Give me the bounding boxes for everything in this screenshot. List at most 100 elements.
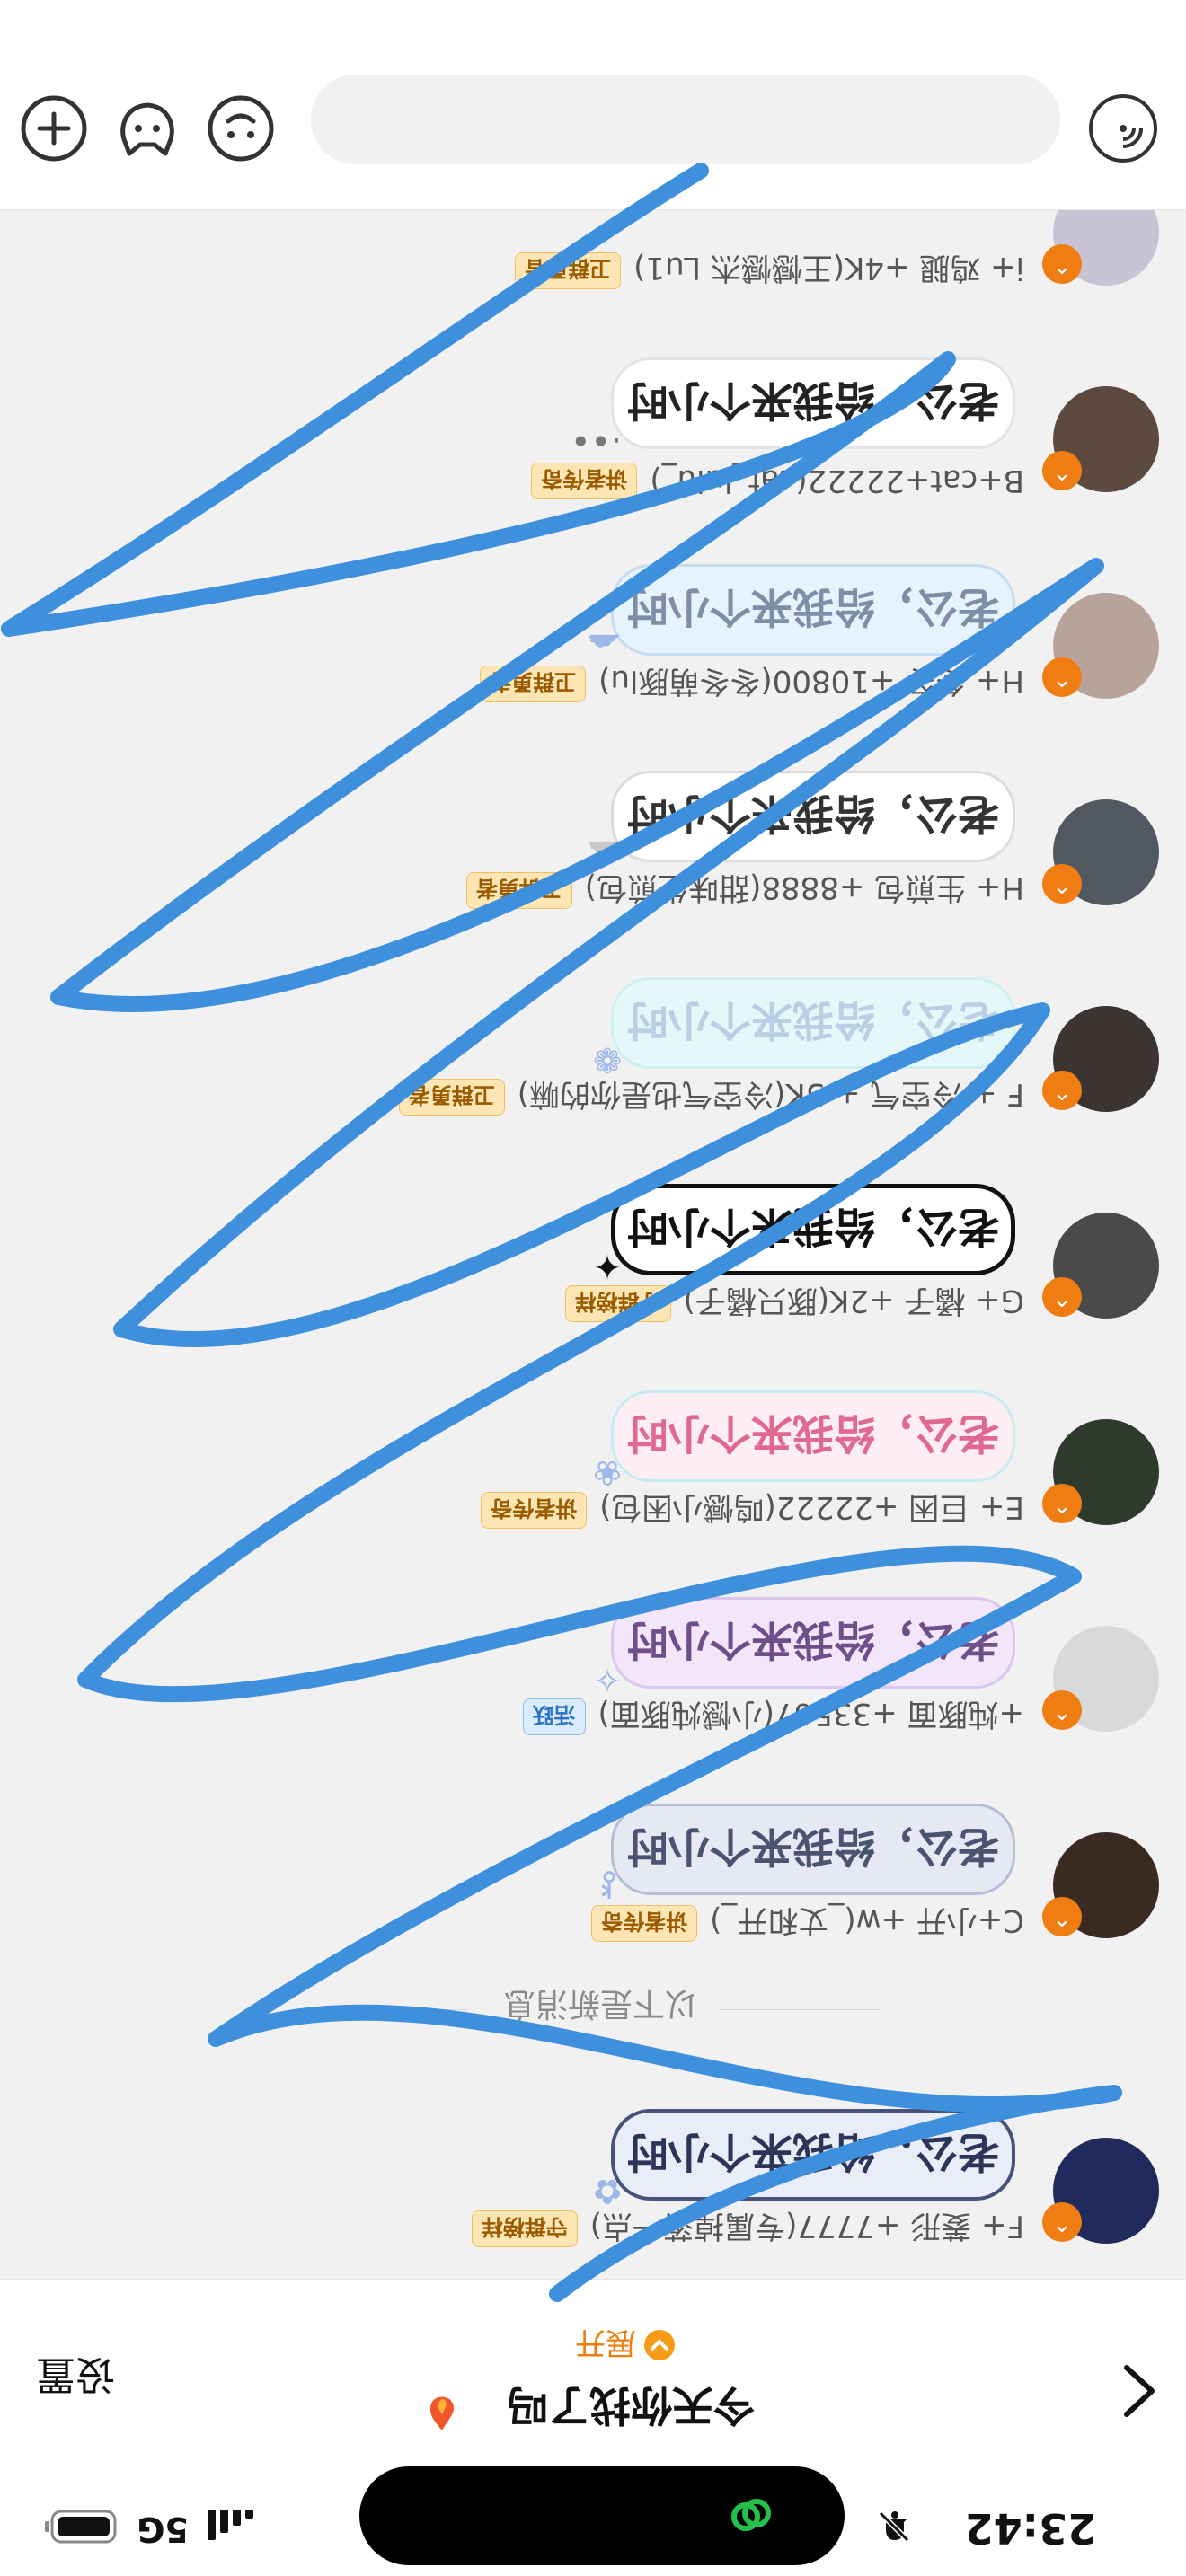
message-row: ⌃ F + 冷空气 + 5K(冷空气也是你的嘛) 卫群勇者 老公，给我来个小时 … — [0, 923, 1186, 1130]
shell-icon: ❁ — [593, 1040, 622, 1080]
message-meta: F+ 菱形 +7777(专属掉落一点) 守群榜样 — [471, 2207, 1024, 2251]
message-text: 老公，给我来个小时 — [627, 1409, 999, 1458]
chevron-up-icon: ⌃ — [1042, 1897, 1082, 1936]
sparkle-icon: ✧ — [593, 1660, 622, 1699]
rank-badge: 讲者传奇 — [531, 463, 638, 499]
rank-badge: 卫群勇者 — [398, 1079, 505, 1116]
message-input[interactable] — [311, 75, 1060, 164]
message-bubble[interactable]: 老公，给我来个小时 — [611, 357, 1015, 449]
message-bubble[interactable]: 老公，给我来个小时 — [611, 771, 1015, 862]
message-meta: H+ 冬冬 +10800(冬冬萌豚lu) 卫群勇者 — [480, 662, 1024, 706]
message-bubble[interactable]: 老公，给我来个小时 — [611, 1597, 1015, 1689]
message-bubble[interactable]: 老公，给我来个小时 — [611, 2109, 1015, 2201]
sender-name: H+ 冬冬 +10800(冬冬萌豚lu) — [598, 663, 1024, 699]
message-meta: B+cat+22222(cat_luiu_) 讲者传奇 — [531, 463, 1024, 499]
chevron-up-icon: ⌃ — [1042, 2202, 1082, 2242]
message-text: 老公，给我来个小时 — [627, 583, 999, 631]
message-row: ⌃ H+ 生煎包 +8888(甜味生煎包) 卫群勇者 老公，给我来个小时 ☁ — [0, 717, 1186, 923]
status-time: 23:42 — [964, 2504, 1096, 2553]
message-bubble[interactable]: 老公，给我来个小时 — [611, 1184, 1015, 1275]
rank-badge: 卫群勇者 — [515, 252, 622, 289]
chat-title[interactable]: 今天你找了吗 — [507, 2378, 755, 2438]
signal-icon — [208, 2510, 253, 2540]
plus-icon[interactable] — [18, 93, 90, 164]
message-bubble[interactable]: 老公，给我来个小时 — [611, 1390, 1015, 1482]
message-bubble[interactable]: 老公，给我来个小时 — [611, 1804, 1015, 1895]
divider-label: 以下是新消息 — [502, 1985, 697, 2022]
status-bar: 23:42 5G — [0, 2465, 1186, 2576]
ellipsis-icon: ·•• — [571, 420, 622, 460]
input-bar — [0, 0, 1186, 210]
sender-name: H+ 生煎包 +8888(甜味生煎包) — [584, 869, 1024, 905]
rank-badge: 活跃 — [522, 1698, 586, 1735]
chevron-down-icon — [644, 2330, 675, 2361]
ribbon-icon: ❀ — [593, 1453, 622, 1493]
message-text: 老公，给我来个小时 — [627, 996, 999, 1045]
rank-badge: 讲者传奇 — [591, 1905, 698, 1942]
dynamic-island — [359, 2466, 845, 2565]
message-text: 老公，给我来个小时 — [627, 1616, 999, 1664]
chevron-up-icon: ⌃ — [1042, 657, 1082, 697]
sender-name: F+ 菱形 +7777(专属掉落一点) — [589, 2208, 1024, 2244]
message-meta: C+小开 +w(_丈和开_) 讲者传奇 — [591, 1901, 1024, 1945]
flower-icon: ✿ — [593, 2172, 622, 2211]
star-icon: ✦ — [593, 1247, 622, 1286]
rank-badge: 守群榜样 — [564, 1285, 671, 1322]
rank-badge: 卫群勇者 — [465, 872, 572, 909]
link-icon — [731, 2499, 771, 2531]
message-bubble[interactable]: 老公，给我来个小时 — [611, 564, 1015, 656]
flame-icon — [429, 2396, 455, 2430]
chevron-up-icon: ⌃ — [1042, 451, 1082, 490]
battery-icon — [45, 2510, 117, 2544]
rank-badge: 守群榜样 — [471, 2210, 578, 2247]
chevron-up-icon: ⌃ — [1042, 244, 1082, 284]
divider-line — [305, 2009, 467, 2010]
message-text: 老公，给我来个小时 — [627, 376, 999, 425]
key-icon: ⚷ — [597, 1866, 622, 1906]
back-chevron-icon[interactable] — [1120, 2362, 1159, 2420]
sender-name: F + 冷空气 + 5K(冷空气也是你的嘛) — [517, 1076, 1024, 1112]
bell-slash-icon — [878, 2510, 910, 2543]
message-meta: E+ 巨困 +22222(鸣憾小困包) 讲者传奇 — [481, 1488, 1024, 1532]
sender-name: G+ 橘子 +2K(豚只橘子) — [683, 1283, 1024, 1319]
expand-toggle[interactable]: 展开 — [575, 2324, 676, 2368]
message-text: 老公，给我来个小时 — [627, 790, 999, 838]
message-list[interactable]: ⌃ F+ 菱形 +7777(专属掉落一点) 守群榜样 老公，给我来个小时 ✿ 以… — [0, 210, 1186, 2280]
message-bubble[interactable]: 老公，给我来个小时 — [611, 977, 1015, 1069]
message-meta: G+ 橘子 +2K(豚只橘子) 守群榜样 — [564, 1282, 1024, 1326]
divider-line — [719, 2009, 881, 2010]
emoji-icon[interactable] — [205, 93, 277, 164]
message-row: ⌃ E+ 巨困 +22222(鸣憾小困包) 讲者传奇 老公，给我来个小时 ❀ — [0, 1337, 1186, 1543]
message-text: 老公，给我来个小时 — [627, 2128, 999, 2176]
chat-header: 今天你找了吗 展开 设置 — [0, 2279, 1186, 2465]
chevron-up-icon: ⌃ — [1042, 1690, 1082, 1730]
message-row: ⌃ B+cat+22222(cat_luiu_) 讲者传奇 老公，给我来个小时 … — [0, 304, 1186, 510]
message-row: ⌃ G+ 橘子 +2K(豚只橘子) 守群榜样 老公，给我来个小时 ✦ — [0, 1130, 1186, 1337]
rank-badge: 卫群勇者 — [480, 666, 587, 702]
chevron-up-icon: ⌃ — [1042, 1484, 1082, 1523]
chevron-up-icon: ⌃ — [1042, 1277, 1082, 1317]
message-meta: H+ 生煎包 +8888(甜味生煎包) 卫群勇者 — [465, 869, 1024, 913]
chevron-up-icon: ⌃ — [1042, 1071, 1082, 1110]
message-text: 老公，给我来个小时 — [627, 1203, 999, 1251]
cloud-icon: ☁ — [588, 627, 622, 666]
message-row: ⌃ +炖豚面 +33567(小憾炖豚面) 活跃 老公，给我来个小时 ✧ — [0, 1543, 1186, 1750]
message-meta: F + 冷空气 + 5K(冷空气也是你的嘛) 卫群勇者 — [398, 1075, 1024, 1119]
message-row: ⌃ H+ 冬冬 +10800(冬冬萌豚lu) 卫群勇者 老公，给我来个小时 ☁ — [0, 510, 1186, 717]
network-label: 5G — [137, 2510, 189, 2549]
rank-badge: 讲者传奇 — [481, 1492, 588, 1529]
sender-name: C+小开 +w(_丈和开_) — [710, 1902, 1024, 1938]
sender-name: E+ 巨困 +22222(鸣憾小困包) — [599, 1489, 1024, 1525]
settings-button[interactable]: 设置 — [36, 2350, 115, 2407]
sticker-icon[interactable] — [111, 93, 183, 164]
message-row: ⌃ C+小开 +w(_丈和开_) 讲者传奇 老公，给我来个小时 ⚷ — [0, 1750, 1186, 1956]
sender-name: B+cat+22222(cat_luiu_) — [650, 463, 1024, 499]
cloud-icon: ☁ — [588, 834, 622, 873]
chevron-up-icon: ⌃ — [1042, 864, 1082, 904]
expand-label: 展开 — [575, 2325, 636, 2360]
sender-name: +炖豚面 +33567(小憾炖豚面) — [597, 1696, 1024, 1732]
message-meta: i+ 鸡腿 +4K(王憾憾杰 Lu1) 卫群勇者 — [515, 249, 1024, 293]
message-meta: +炖豚面 +33567(小憾炖豚面) 活跃 — [522, 1695, 1024, 1739]
voice-icon[interactable] — [1087, 93, 1159, 164]
sender-name: i+ 鸡腿 +4K(王憾憾杰 Lu1) — [633, 250, 1024, 286]
